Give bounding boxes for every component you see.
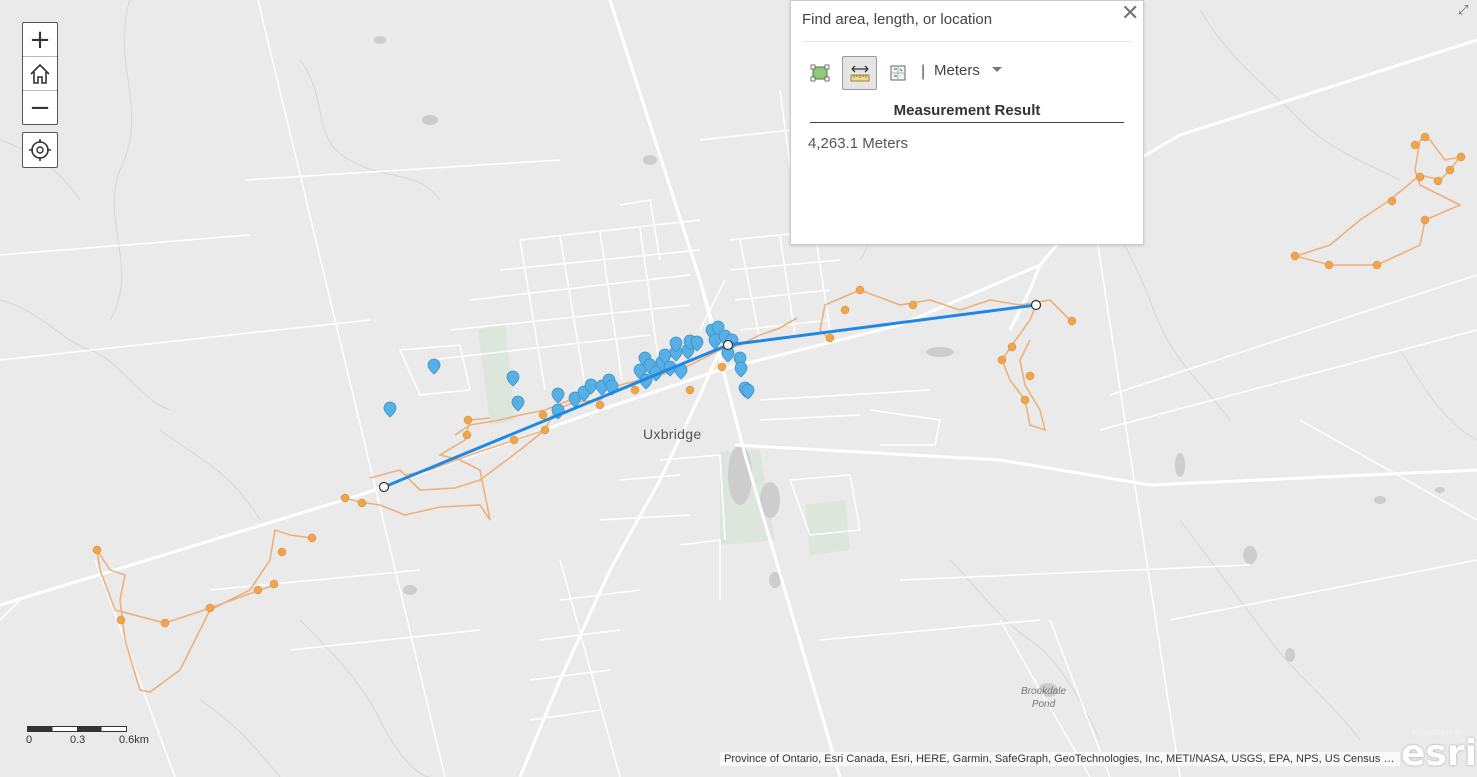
town-label: Uxbridge [643,426,702,442]
measure-mid-vertex[interactable] [722,339,734,351]
esri-logo[interactable]: POWERED BY esri [1401,730,1477,774]
area-icon [810,64,830,82]
area-tool-button[interactable] [805,59,835,87]
close-button[interactable]: ✕ [1121,1,1139,26]
home-button[interactable] [23,57,57,91]
result-value: 4,263.1 Meters [808,135,909,152]
locate-button[interactable] [22,132,58,168]
attribution[interactable]: Province of Ontario, Esri Canada, Esri, … [720,752,1400,766]
unit-separator: | [921,63,926,80]
location-icon [890,65,906,81]
measurement-panel: Find area, length, or location ✕ | Meter… [790,0,1144,245]
unit-dropdown[interactable]: Meters [934,62,980,79]
zoom-in-button[interactable]: + [23,23,57,57]
pond-label: Brookdale Pond [1021,685,1066,711]
pond-label-line2: Pond [1031,699,1056,710]
home-icon [30,63,50,84]
measure-end-vertex[interactable] [1030,299,1042,311]
distance-icon [850,65,869,82]
pond-label-line1: Brookdale [1021,686,1067,697]
chevron-down-icon[interactable] [992,67,1002,72]
scale-label-0: 0 [26,734,33,746]
scale-labels: 0 0.3 0.6km [26,732,149,746]
distance-tool-button[interactable] [842,56,877,90]
result-title: Measurement Result [810,102,1124,123]
zoom-controls: + − [22,22,58,125]
scale-bar: 0 0.3 0.6km [26,726,149,746]
zoom-out-button[interactable]: − [23,91,57,124]
divider [802,41,1132,42]
locate-icon [29,139,51,161]
esri-brand: esri [1401,733,1477,774]
scale-label-2: 0.6km [119,734,149,746]
expand-icon[interactable]: ⤢ [1458,3,1468,18]
map-canvas[interactable] [0,0,1477,777]
search-input[interactable]: Find area, length, or location [802,11,992,28]
scale-label-1: 0.3 [70,734,86,746]
location-tool-button[interactable] [883,59,913,87]
measure-start-vertex[interactable] [378,481,390,493]
